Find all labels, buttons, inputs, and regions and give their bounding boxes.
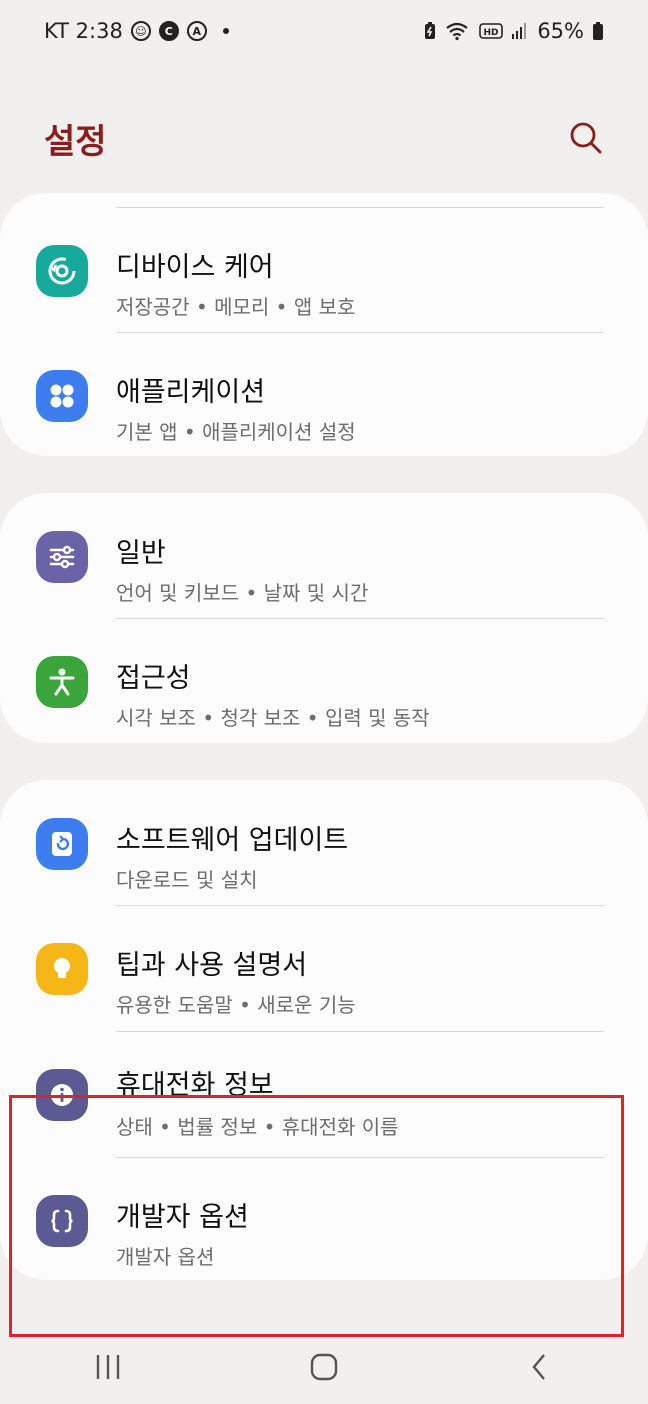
search-button[interactable] bbox=[566, 118, 606, 158]
back-button[interactable] bbox=[510, 1337, 570, 1397]
device-care-subtitle: 저장공간 • 메모리 • 앱 보호 bbox=[116, 295, 356, 319]
settings-group-2: 일반 언어 및 키보드 • 날짜 및 시간 접근성 시각 보조 • 청각 보조 … bbox=[0, 493, 648, 743]
apps-title: 애플리케이션 bbox=[116, 377, 266, 408]
software-update-icon bbox=[36, 818, 88, 870]
recents-button[interactable] bbox=[78, 1337, 138, 1397]
header: 설정 bbox=[44, 108, 608, 168]
svg-text:HD: HD bbox=[484, 28, 499, 38]
battery-saver-icon bbox=[425, 22, 436, 39]
recents-icon bbox=[96, 1355, 120, 1379]
device-care-item[interactable]: 디바이스 케어 저장공간 • 메모리 • 앱 보호 bbox=[0, 207, 648, 332]
home-button[interactable] bbox=[294, 1337, 354, 1397]
info-icon bbox=[36, 1069, 88, 1121]
apps-subtitle: 기본 앱 • 애플리케이션 설정 bbox=[116, 420, 356, 444]
tips-item[interactable]: 팁과 사용 설명서 유용한 도움말 • 새로운 기능 bbox=[0, 905, 648, 1030]
developer-options-title: 개발자 옵션 bbox=[116, 1202, 249, 1233]
accessibility-icon bbox=[36, 656, 88, 708]
accessibility-title: 접근성 bbox=[116, 663, 191, 694]
apps-item[interactable]: 애플리케이션 기본 앱 • 애플리케이션 설정 bbox=[0, 332, 648, 457]
settings-group-1: 디바이스 케어 저장공간 • 메모리 • 앱 보호 애플리케이션 기본 앱 • … bbox=[0, 193, 648, 456]
back-icon bbox=[532, 1354, 545, 1380]
developer-options-subtitle: 개발자 옵션 bbox=[116, 1245, 215, 1269]
status-bar: KT 2:38 ☺ C A HD 65% bbox=[0, 0, 648, 62]
phone-info-item[interactable]: 휴대전화 정보 상태 • 법률 정보 • 휴대전화 이름 bbox=[0, 1031, 648, 1156]
device-care-icon bbox=[36, 245, 88, 297]
battery-icon bbox=[593, 22, 603, 40]
lightbulb-icon bbox=[36, 943, 88, 995]
settings-group-3: 소프트웨어 업데이트 다운로드 및 설치 팁과 사용 설명서 유용한 도움말 •… bbox=[0, 780, 648, 1280]
apps-icon bbox=[36, 370, 88, 422]
status-right: HD 65% bbox=[423, 19, 604, 43]
general-title: 일반 bbox=[116, 538, 166, 569]
navigation-bar bbox=[0, 1330, 648, 1404]
page-title: 설정 bbox=[44, 121, 107, 162]
phone-info-subtitle: 상태 • 법률 정보 • 휴대전화 이름 bbox=[116, 1115, 399, 1139]
software-update-item[interactable]: 소프트웨어 업데이트 다운로드 및 설치 bbox=[0, 780, 648, 905]
device-care-title: 디바이스 케어 bbox=[116, 252, 274, 283]
software-update-title: 소프트웨어 업데이트 bbox=[116, 825, 349, 856]
software-update-subtitle: 다운로드 및 설치 bbox=[116, 868, 258, 892]
a-icon: A bbox=[186, 21, 207, 41]
tips-subtitle: 유용한 도움말 • 새로운 기능 bbox=[116, 993, 356, 1017]
general-subtitle: 언어 및 키보드 • 날짜 및 시간 bbox=[116, 581, 369, 605]
developer-options-item[interactable]: 개발자 옵션 개발자 옵션 bbox=[0, 1157, 648, 1282]
accessibility-subtitle: 시각 보조 • 청각 보조 • 입력 및 동작 bbox=[116, 706, 430, 730]
braces-icon bbox=[36, 1195, 88, 1247]
carrier-time: KT 2:38 bbox=[44, 19, 123, 43]
battery-percent: 65% bbox=[537, 19, 584, 43]
signal-icon bbox=[512, 23, 527, 39]
general-icon bbox=[36, 531, 88, 583]
hd-icon: HD bbox=[479, 23, 504, 39]
accessibility-item[interactable]: 접근성 시각 보조 • 청각 보조 • 입력 및 동작 bbox=[0, 618, 648, 743]
phone-info-title: 휴대전화 정보 bbox=[116, 1070, 274, 1101]
wifi-icon bbox=[446, 22, 468, 41]
general-item[interactable]: 일반 언어 및 키보드 • 날짜 및 시간 bbox=[0, 493, 648, 618]
tips-title: 팁과 사용 설명서 bbox=[116, 950, 308, 981]
status-left: KT 2:38 ☺ C A bbox=[44, 19, 229, 43]
search-icon bbox=[570, 122, 602, 154]
notification-dot bbox=[222, 28, 229, 34]
c-icon: C bbox=[158, 21, 179, 41]
location-icon: ☺ bbox=[130, 21, 151, 41]
home-icon bbox=[310, 1353, 338, 1381]
